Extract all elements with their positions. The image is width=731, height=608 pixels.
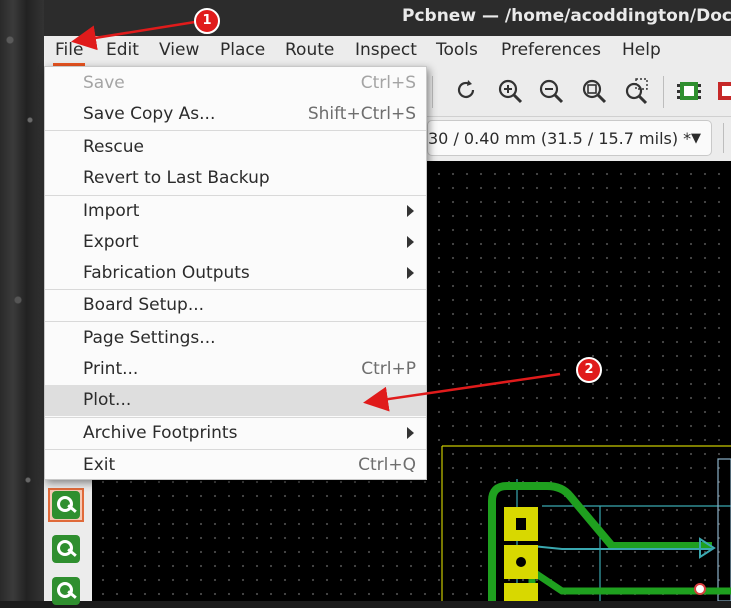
menu-item-revert[interactable]: Revert to Last Backup <box>45 163 426 194</box>
menu-help[interactable]: Help <box>620 40 663 60</box>
menu-item-label: Export <box>83 232 139 252</box>
menu-inspect[interactable]: Inspect <box>353 40 419 60</box>
menu-item-label: Save Copy As... <box>83 104 216 124</box>
desktop-wallpaper <box>0 0 44 601</box>
menu-item-label: Plot... <box>83 390 132 410</box>
zoom-in-icon[interactable] <box>495 77 525 107</box>
toolbar-separator <box>663 76 664 108</box>
menu-item-fabrication-outputs[interactable]: Fabrication Outputs <box>45 258 426 289</box>
menu-item-label: Revert to Last Backup <box>83 168 270 188</box>
menu-item-save[interactable]: Save Ctrl+S <box>45 68 426 99</box>
route-track-button[interactable] <box>48 488 84 522</box>
tune-track-button[interactable] <box>48 574 84 608</box>
track-width-select[interactable]: 30 / 0.40 mm (31.5 / 15.7 mils) * ▼ <box>427 120 712 156</box>
menu-place[interactable]: Place <box>218 40 267 60</box>
menu-item-page-settings[interactable]: Page Settings... <box>45 323 426 354</box>
menu-separator <box>45 130 426 131</box>
route-track-icon <box>52 491 80 519</box>
menu-item-shortcut: Ctrl+P <box>361 359 416 379</box>
menu-item-label: Import <box>83 201 140 221</box>
menu-item-label: Board Setup... <box>83 295 205 315</box>
left-toolbar <box>44 480 92 605</box>
menu-file[interactable]: File <box>53 40 86 66</box>
redo-icon[interactable] <box>451 77 481 107</box>
menu-item-shortcut: Ctrl+Q <box>358 455 416 475</box>
zoom-selection-icon[interactable] <box>621 77 651 107</box>
menu-item-board-setup[interactable]: Board Setup... <box>45 290 426 321</box>
menu-item-plot[interactable]: Plot... <box>45 385 426 416</box>
submenu-arrow-icon <box>407 267 414 279</box>
zoom-fit-icon[interactable] <box>579 77 609 107</box>
menu-bar: File Edit View Place Route Inspect Tools… <box>44 36 731 67</box>
annotation-badge-2: 2 <box>576 357 602 383</box>
menu-view[interactable]: View <box>157 40 201 60</box>
zoom-out-icon[interactable] <box>536 77 566 107</box>
submenu-arrow-icon <box>407 236 414 248</box>
menu-item-label: Save <box>83 73 125 93</box>
menu-item-label: Rescue <box>83 137 144 157</box>
menu-item-label: Print... <box>83 359 139 379</box>
menu-tools[interactable]: Tools <box>434 40 480 60</box>
menu-item-label: Exit <box>83 455 116 475</box>
menu-item-export[interactable]: Export <box>45 227 426 258</box>
menu-edit[interactable]: Edit <box>104 40 141 60</box>
menu-preferences[interactable]: Preferences <box>499 40 603 60</box>
menu-item-save-copy-as[interactable]: Save Copy As... Shift+Ctrl+S <box>45 99 426 130</box>
route-diff-pair-icon <box>52 535 80 563</box>
toolbar-separator <box>723 123 724 153</box>
footprint-red-icon[interactable] <box>711 77 731 107</box>
file-menu-dropdown: Save Ctrl+S Save Copy As... Shift+Ctrl+S… <box>44 66 427 480</box>
menu-item-shortcut: Shift+Ctrl+S <box>307 104 416 124</box>
menu-item-label: Fabrication Outputs <box>83 263 250 283</box>
toolbar-separator <box>432 76 433 108</box>
main-toolbar <box>427 66 731 117</box>
menu-item-rescue[interactable]: Rescue <box>45 132 426 163</box>
menu-item-label: Page Settings... <box>83 328 216 348</box>
track-width-value: 30 / 0.40 mm (31.5 / 15.7 mils) * <box>428 129 692 148</box>
submenu-arrow-icon <box>407 205 414 217</box>
menu-item-archive-footprints[interactable]: Archive Footprints <box>45 418 426 449</box>
title-bar: Pcbnew — /home/acoddington/Docur <box>44 0 731 36</box>
footprint-icon[interactable] <box>674 77 704 107</box>
chevron-down-icon: ▼ <box>691 131 701 146</box>
menu-route[interactable]: Route <box>283 40 336 60</box>
submenu-arrow-icon <box>407 427 414 439</box>
track-toolbar: 30 / 0.40 mm (31.5 / 15.7 mils) * ▼ <box>427 117 731 161</box>
menu-item-exit[interactable]: Exit Ctrl+Q <box>45 450 426 481</box>
menu-item-label: Archive Footprints <box>83 423 238 443</box>
menu-item-shortcut: Ctrl+S <box>360 73 416 93</box>
menu-item-import[interactable]: Import <box>45 196 426 227</box>
annotation-badge-1: 1 <box>194 8 220 34</box>
window-title: Pcbnew — /home/acoddington/Docur <box>402 6 731 26</box>
route-diff-pair-button[interactable] <box>48 532 84 566</box>
menu-separator <box>45 321 426 322</box>
menu-item-print[interactable]: Print... Ctrl+P <box>45 354 426 385</box>
